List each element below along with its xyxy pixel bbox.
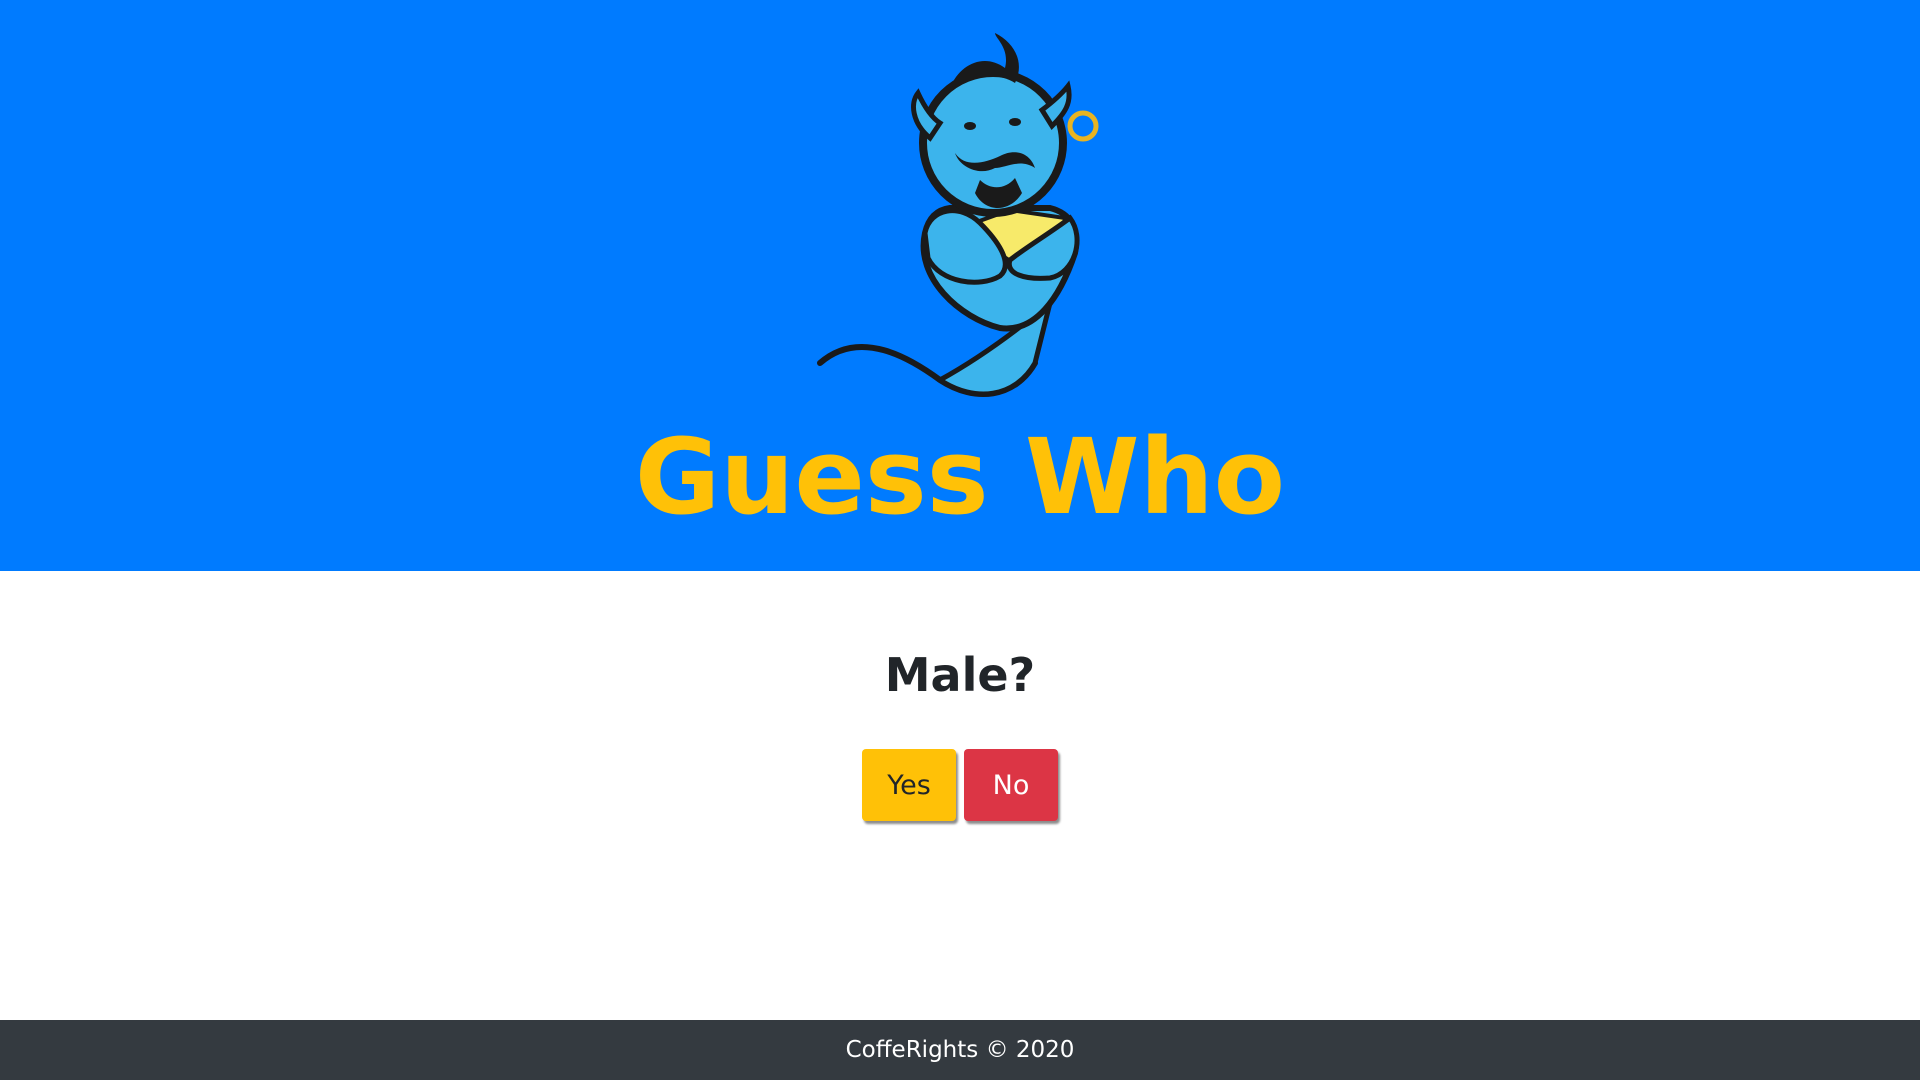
page: Guess Who Male? Yes No CoffeRights © 202… (0, 0, 1920, 1080)
question-text: Male? (884, 648, 1036, 702)
yes-button[interactable]: Yes (862, 749, 956, 821)
app-title: Guess Who (634, 416, 1286, 538)
genie-mascot-icon (817, 33, 1099, 398)
footer: CoffeRights © 2020 (0, 1020, 1920, 1080)
answer-buttons: Yes No (0, 749, 1920, 821)
no-button[interactable]: No (964, 749, 1058, 821)
footer-copyright: CoffeRights © 2020 (845, 1037, 1075, 1063)
hero-header: Guess Who (0, 0, 1920, 571)
